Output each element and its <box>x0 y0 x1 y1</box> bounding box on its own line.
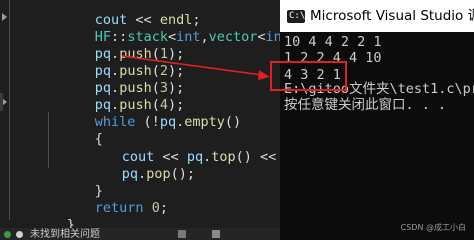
arrow-head <box>258 70 270 80</box>
arrow-line <box>121 55 263 76</box>
screenshot: cout << endl; HF::stack<int,vector<int>>… <box>0 0 474 240</box>
annotation-arrow <box>121 55 270 80</box>
watermark: CSDN @成工小白 <box>400 223 466 232</box>
